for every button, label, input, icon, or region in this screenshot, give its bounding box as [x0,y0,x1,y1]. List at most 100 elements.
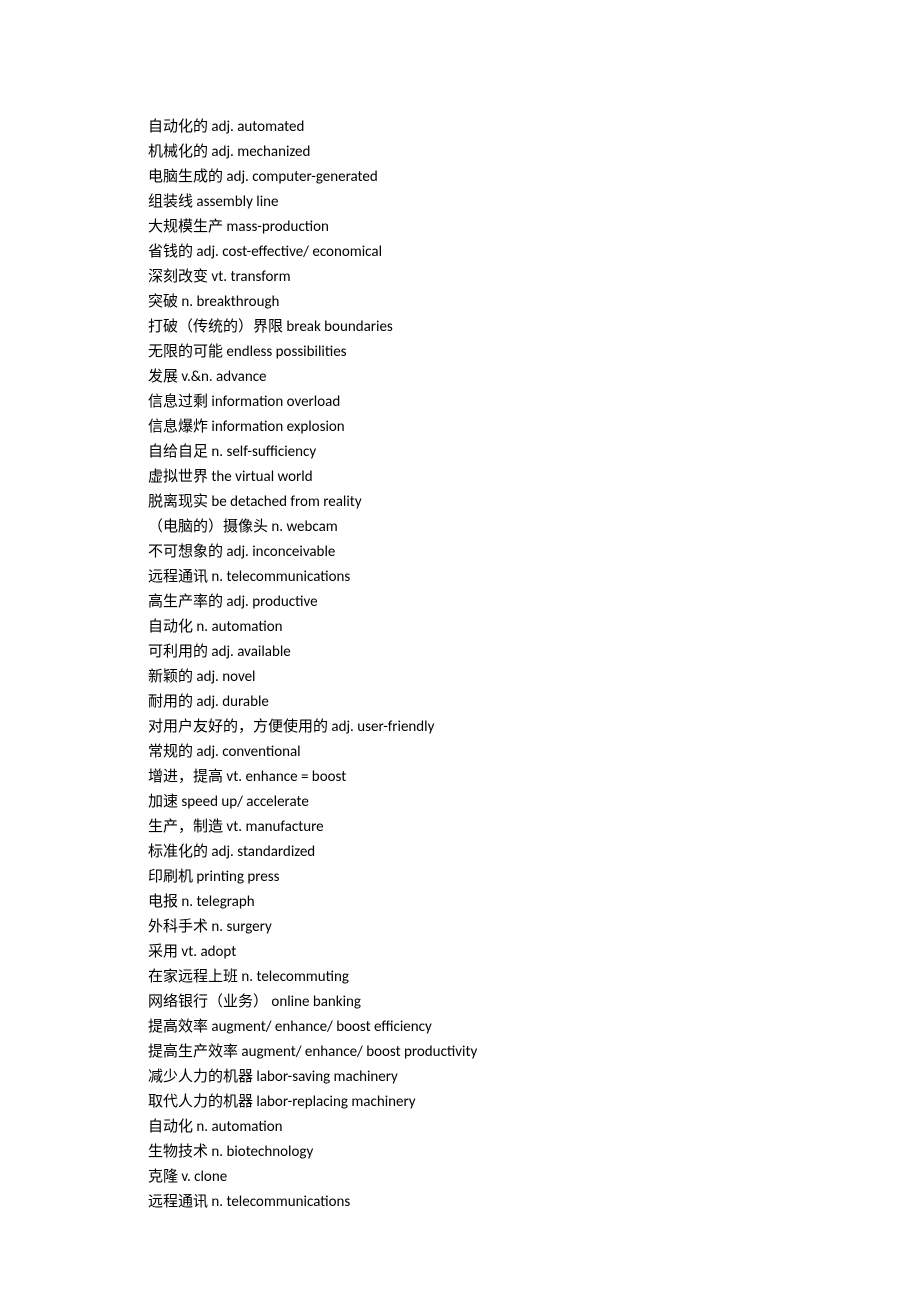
chinese-term: 克隆 [148,1169,178,1185]
chinese-term: 发展 [148,369,178,385]
vocab-entry: 新颖的 adj. novel [148,665,768,690]
vocab-entry: 提高生产效率 augment/ enhance/ boost productiv… [148,1040,768,1065]
english-definition: adj. automated [208,118,304,136]
chinese-term: （电脑的）摄像头 [148,519,268,535]
vocab-entry: 远程通讯 n. telecommunications [148,565,768,590]
vocab-entry: 远程通讯 n. telecommunications [148,1190,768,1215]
chinese-term: 信息爆炸 [148,419,208,435]
chinese-term: 常规的 [148,744,193,760]
chinese-term: 减少人力的机器 [148,1069,253,1085]
vocab-entry: 印刷机 printing press [148,865,768,890]
vocab-entry: 生物技术 n. biotechnology [148,1140,768,1165]
vocab-entry: 生产，制造 vt. manufacture [148,815,768,840]
chinese-term: 生物技术 [148,1144,208,1160]
english-definition: adj. user-friendly [328,718,434,736]
english-definition: adj. available [208,643,291,661]
vocab-entry: 对用户友好的，方便使用的 adj. user-friendly [148,715,768,740]
chinese-term: 标准化的 [148,844,208,860]
chinese-term: 脱离现实 [148,494,208,510]
chinese-term: 自动化 [148,619,193,635]
english-definition: n. webcam [268,518,338,536]
chinese-term: 增进，提高 [148,769,223,785]
vocab-entry: 突破 n. breakthrough [148,290,768,315]
vocab-entry: 打破（传统的）界限 break boundaries [148,315,768,340]
chinese-term: 高生产率的 [148,594,223,610]
vocab-entry: 高生产率的 adj. productive [148,590,768,615]
vocab-entry: 深刻改变 vt. transform [148,265,768,290]
chinese-term: 省钱的 [148,244,193,260]
english-definition: adj. computer-generated [223,168,378,186]
vocab-entry: 常规的 adj. conventional [148,740,768,765]
english-definition: n. telecommuting [238,968,349,986]
chinese-term: 取代人力的机器 [148,1094,253,1110]
chinese-term: 机械化的 [148,144,208,160]
vocab-entry: 耐用的 adj. durable [148,690,768,715]
vocab-entry: 信息过剩 information overload [148,390,768,415]
vocab-entry: 自动化的 adj. automated [148,115,768,140]
vocab-entry: 电脑生成的 adj. computer-generated [148,165,768,190]
vocab-entry: 网络银行（业务） online banking [148,990,768,1015]
english-definition: labor-replacing machinery [253,1093,416,1111]
vocab-entry: 省钱的 adj. cost-effective/ economical [148,240,768,265]
vocab-entry: 可利用的 adj. available [148,640,768,665]
vocab-entry: 取代人力的机器 labor-replacing machinery [148,1090,768,1115]
english-definition: n. telecommunications [208,1193,350,1211]
english-definition: n. self-sufficiency [208,443,316,461]
chinese-term: 自动化 [148,1119,193,1135]
english-definition: online banking [268,993,361,1011]
vocab-entry: （电脑的）摄像头 n. webcam [148,515,768,540]
chinese-term: 耐用的 [148,694,193,710]
chinese-term: 不可想象的 [148,544,223,560]
vocab-entry: 自给自足 n. self-sufficiency [148,440,768,465]
vocab-entry: 无限的可能 endless possibilities [148,340,768,365]
english-definition: vt. transform [208,268,291,286]
english-definition: n. biotechnology [208,1143,313,1161]
chinese-term: 生产，制造 [148,819,223,835]
chinese-term: 采用 [148,944,178,960]
english-definition: v. clone [178,1168,227,1186]
chinese-term: 组装线 [148,194,193,210]
english-definition: vt. enhance = boost [223,768,346,786]
english-definition: information overload [208,393,340,411]
english-definition: n. breakthrough [178,293,279,311]
chinese-term: 自给自足 [148,444,208,460]
vocabulary-page: 自动化的 adj. automated 机械化的 adj. mechanized 电… [0,0,768,1215]
chinese-term: 新颖的 [148,669,193,685]
chinese-term: 在家远程上班 [148,969,238,985]
english-definition: labor-saving machinery [253,1068,398,1086]
english-definition: vt. adopt [178,943,236,961]
english-definition: information explosion [208,418,345,436]
vocab-entry: 外科手术 n. surgery [148,915,768,940]
chinese-term: 突破 [148,294,178,310]
vocab-entry: 提高效率 augment/ enhance/ boost efficiency [148,1015,768,1040]
chinese-term: 深刻改变 [148,269,208,285]
english-definition: n. surgery [208,918,272,936]
vocab-entry: 脱离现实 be detached from reality [148,490,768,515]
chinese-term: 外科手术 [148,919,208,935]
chinese-term: 印刷机 [148,869,193,885]
vocab-entry: 增进，提高 vt. enhance = boost [148,765,768,790]
english-definition: printing press [193,868,279,886]
vocab-entry: 克隆 v. clone [148,1165,768,1190]
chinese-term: 大规模生产 [148,219,223,235]
chinese-term: 远程通讯 [148,569,208,585]
english-definition: n. telecommunications [208,568,350,586]
english-definition: adj. productive [223,593,318,611]
english-definition: endless possibilities [223,343,347,361]
english-definition: adj. cost-effective/ economical [193,243,382,261]
chinese-term: 可利用的 [148,644,208,660]
vocab-entry: 自动化 n. automation [148,1115,768,1140]
english-definition: n. telegraph [178,893,255,911]
vocab-entry: 不可想象的 adj. inconceivable [148,540,768,565]
chinese-term: 网络银行（业务） [148,994,268,1010]
chinese-term: 电脑生成的 [148,169,223,185]
vocab-entry: 采用 vt. adopt [148,940,768,965]
english-definition: speed up/ accelerate [178,793,309,811]
chinese-term: 打破（传统的）界限 [148,319,283,335]
chinese-term: 提高生产效率 [148,1044,238,1060]
vocab-entry: 组装线 assembly line [148,190,768,215]
english-definition: adj. conventional [193,743,301,761]
vocab-entry: 虚拟世界 the virtual world [148,465,768,490]
english-definition: adj. mechanized [208,143,310,161]
chinese-term: 提高效率 [148,1019,208,1035]
